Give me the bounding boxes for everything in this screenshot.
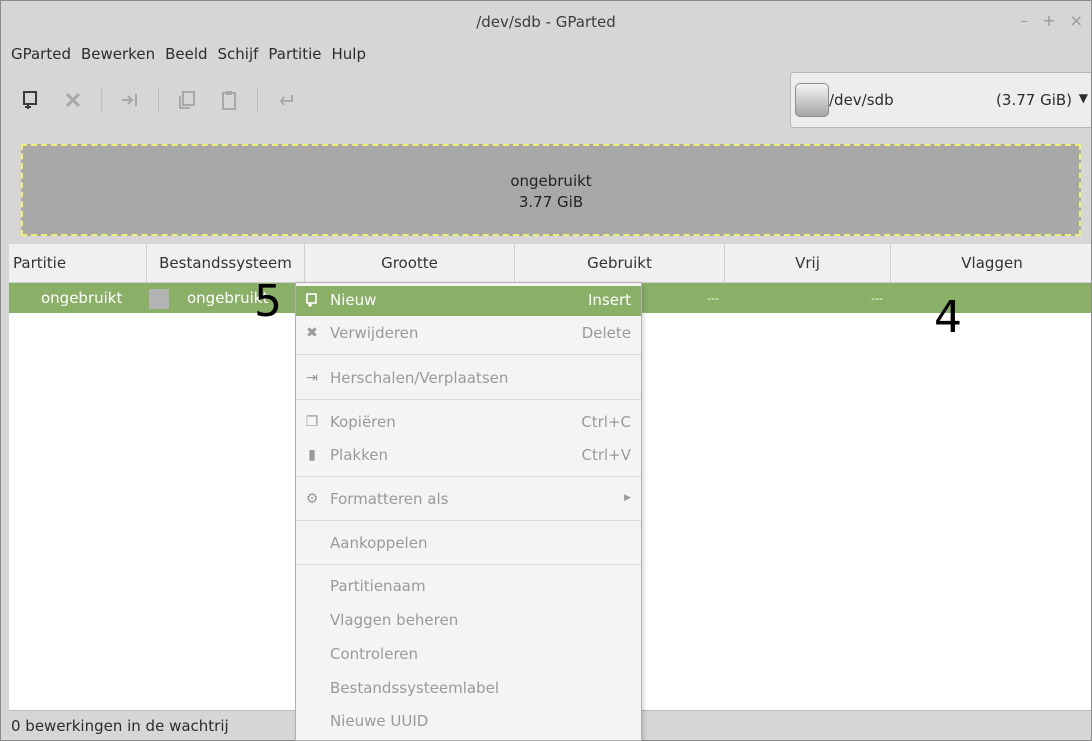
new-partition-button[interactable] — [13, 84, 49, 116]
menu-item-label: Kopiëren — [330, 413, 396, 431]
status-text: 0 bewerkingen in de wachtrij — [11, 717, 229, 735]
menu-item-bestandssysteemlabel[interactable]: Bestandssysteemlabel — [296, 674, 641, 704]
delete-icon: ✖ — [306, 325, 318, 341]
menu-item-nieuwe-uuid[interactable]: Nieuwe UUID — [296, 707, 641, 737]
menu-item-verwijderen[interactable]: ✖ Verwijderen Delete — [296, 319, 641, 349]
menu-item-shortcut: Ctrl+V — [581, 446, 631, 464]
toolbar-separator — [257, 88, 258, 112]
delete-icon — [65, 92, 81, 108]
chevron-down-icon: ▼ — [1078, 91, 1088, 105]
col-gebruikt[interactable]: Gebruikt — [515, 244, 725, 282]
menu-separator — [296, 476, 641, 477]
resize-button[interactable] — [112, 84, 148, 116]
menu-item-label: Herschalen/Verplaatsen — [330, 369, 509, 387]
menu-item-label: Nieuwe UUID — [330, 712, 429, 730]
undo-button[interactable] — [268, 84, 304, 116]
menu-item-vlaggen-beheren[interactable]: Vlaggen beheren — [296, 606, 641, 636]
menu-item-label: Plakken — [330, 446, 388, 464]
disk-icon — [795, 83, 829, 117]
menu-separator — [296, 354, 641, 355]
annotation-number-4: 4 — [934, 292, 962, 343]
menu-separator — [296, 564, 641, 565]
row-free: --- — [871, 292, 883, 305]
toolbar — [13, 83, 304, 117]
map-label: ongebruikt — [510, 172, 592, 190]
row-partition: ongebruikt — [41, 289, 123, 307]
col-grootte[interactable]: Grootte — [305, 244, 515, 282]
menu-partitie[interactable]: Partitie — [268, 45, 321, 63]
toolbar-separator — [158, 88, 159, 112]
menu-item-shortcut: Ctrl+C — [581, 413, 631, 431]
col-partitie[interactable]: Partitie — [9, 244, 147, 282]
device-size: (3.77 GiB) — [996, 91, 1072, 109]
menu-item-shortcut: Delete — [581, 324, 631, 342]
map-size: 3.77 GiB — [518, 193, 584, 211]
menu-item-aankoppelen[interactable]: Aankoppelen — [296, 529, 641, 559]
unallocated-block[interactable]: ongebruikt 3.77 GiB — [21, 144, 1081, 236]
copy-icon: ❐ — [305, 414, 319, 430]
menu-schijf[interactable]: Schijf — [218, 45, 259, 63]
paste-icon — [222, 91, 236, 110]
context-menu: Nieuw Insert ✖ Verwijderen Delete ⇥ Hers… — [295, 282, 642, 741]
window-controls: – + × — [1020, 11, 1083, 30]
menu-item-partitienaam[interactable]: Partitienaam — [296, 572, 641, 602]
menu-separator — [296, 399, 641, 400]
menu-hulp[interactable]: Hulp — [331, 45, 365, 63]
menu-item-label: Verwijderen — [330, 324, 419, 342]
format-icon: ⚙ — [305, 491, 319, 507]
menu-item-label: Aankoppelen — [330, 534, 428, 552]
col-vrij[interactable]: Vrij — [725, 244, 891, 282]
close-button[interactable]: × — [1070, 11, 1083, 30]
window-title: /dev/sdb - GParted — [476, 13, 616, 31]
menu-bar: GParted Bewerken Beeld Schijf Partitie H… — [11, 45, 366, 63]
undo-icon — [279, 95, 293, 106]
table-header: Partitie Bestandssysteem Grootte Gebruik… — [9, 244, 1091, 283]
menu-item-formatteren[interactable]: ⚙ Formatteren als ▶ — [296, 485, 641, 515]
device-selector[interactable]: /dev/sdb (3.77 GiB) ▼ — [790, 72, 1091, 128]
col-vlaggen[interactable]: Vlaggen — [891, 244, 1091, 282]
menu-item-label: Vlaggen beheren — [330, 611, 459, 629]
new-partition-icon — [304, 292, 320, 308]
new-partition-icon — [23, 91, 37, 109]
delete-button[interactable] — [55, 84, 91, 116]
maximize-button[interactable]: + — [1042, 11, 1055, 30]
menu-item-nieuw[interactable]: Nieuw Insert — [296, 286, 641, 316]
title-bar: /dev/sdb - GParted – + × — [1, 1, 1091, 41]
menu-item-label: Bestandssysteemlabel — [330, 679, 499, 697]
minimize-button[interactable]: – — [1020, 11, 1028, 30]
row-used: --- — [707, 292, 719, 305]
submenu-arrow-icon: ▶ — [624, 493, 631, 503]
annotation-number-5: 5 — [254, 276, 282, 327]
device-name: /dev/sdb — [829, 91, 894, 109]
menu-item-label: Formatteren als — [330, 490, 449, 508]
resize-icon: ⇥ — [306, 370, 318, 386]
menu-item-label: Partitienaam — [330, 577, 426, 595]
resize-icon — [122, 94, 137, 106]
menu-separator — [296, 520, 641, 521]
partition-map: ongebruikt 3.77 GiB — [11, 134, 1091, 242]
toolbar-separator — [101, 88, 102, 112]
menu-item-herschalen[interactable]: ⇥ Herschalen/Verplaatsen — [296, 364, 641, 394]
menu-item-plakken[interactable]: ▮ Plakken Ctrl+V — [296, 441, 641, 471]
copy-button[interactable] — [169, 84, 205, 116]
menu-item-controleren[interactable]: Controleren — [296, 640, 641, 670]
copy-icon — [179, 91, 195, 109]
menu-item-label: Nieuw — [330, 291, 377, 309]
menu-beeld[interactable]: Beeld — [165, 45, 207, 63]
paste-icon: ▮ — [308, 447, 316, 463]
filesystem-color-box — [149, 289, 169, 309]
menu-item-shortcut: Insert — [587, 291, 631, 309]
menu-bewerken[interactable]: Bewerken — [81, 45, 155, 63]
menu-gparted[interactable]: GParted — [11, 45, 71, 63]
menu-item-label: Controleren — [330, 645, 419, 663]
menu-item-kopieren[interactable]: ❐ Kopiëren Ctrl+C — [296, 408, 641, 438]
paste-button[interactable] — [211, 84, 247, 116]
